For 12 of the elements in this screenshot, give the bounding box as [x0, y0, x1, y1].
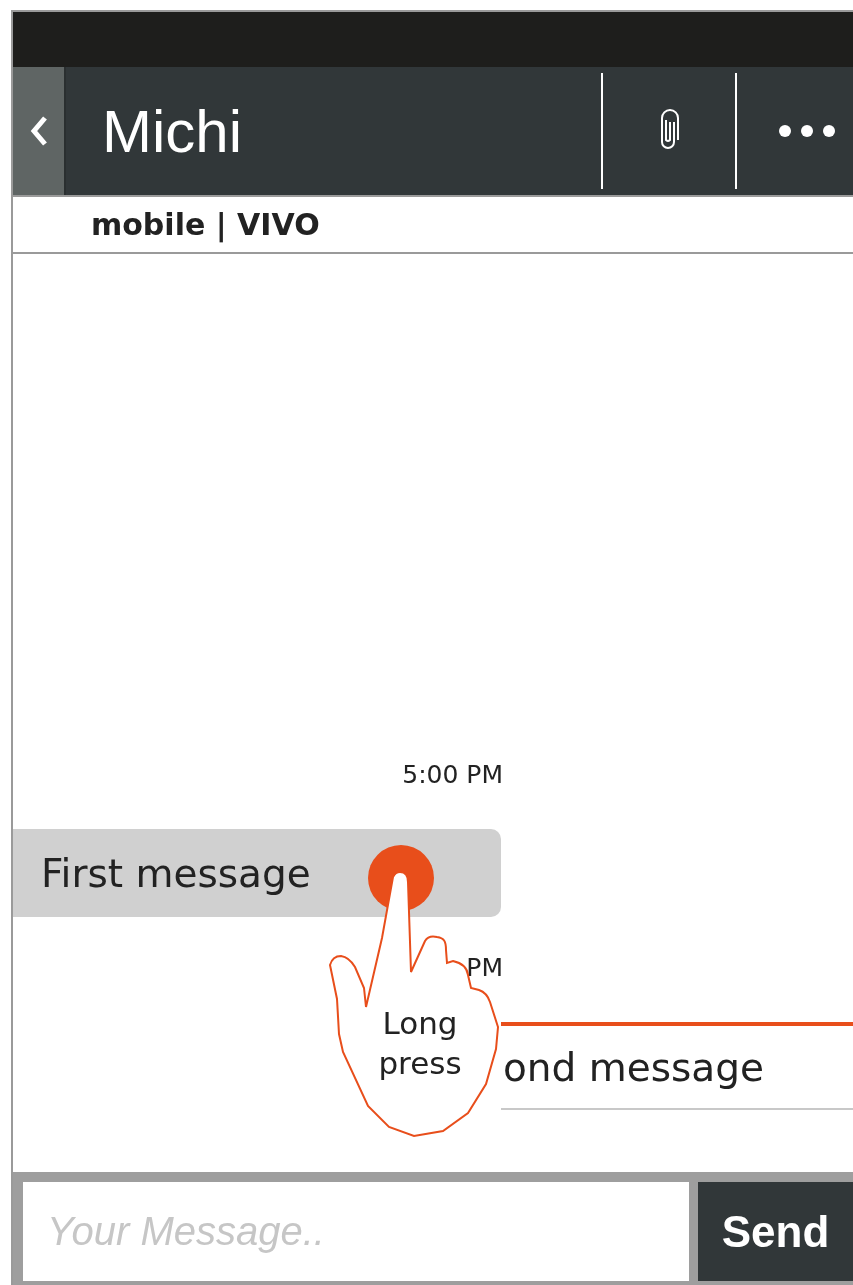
contact-info: mobile | VIVO [91, 207, 320, 242]
timestamp: 5:00 PM [402, 760, 503, 789]
back-button[interactable] [13, 67, 66, 195]
gesture-label: Long press [377, 1004, 463, 1083]
message-bubble[interactable]: First message [13, 829, 501, 917]
back-icon [28, 114, 49, 148]
send-button[interactable]: Send [698, 1182, 853, 1281]
timestamp: PM [466, 953, 503, 982]
message-bubble[interactable]: ond message [501, 1022, 853, 1110]
more-icon [777, 123, 837, 139]
contact-name: Michi [101, 96, 243, 167]
message-input[interactable]: Your Message.. [23, 1182, 689, 1281]
